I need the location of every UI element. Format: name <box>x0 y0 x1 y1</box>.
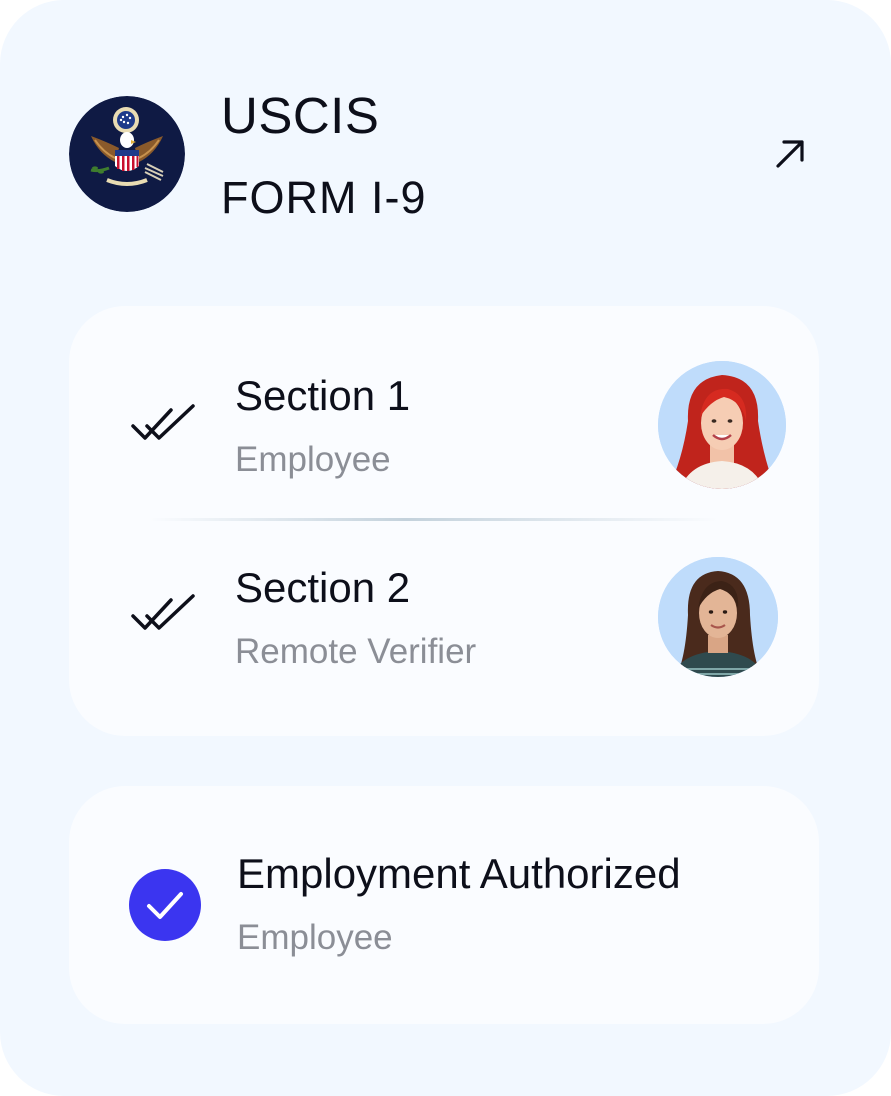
sections-panel: Section 1 Employee Section 2 Remote Veri… <box>69 306 819 736</box>
authorization-panel[interactable]: Employment Authorized Employee <box>69 786 819 1024</box>
section-title: Section 1 <box>235 372 411 419</box>
avatar-employee <box>658 361 786 489</box>
avatar-verifier <box>658 557 778 677</box>
section-subtitle: Employee <box>235 440 391 479</box>
authorization-subtitle: Employee <box>237 918 393 957</box>
double-check-icon <box>131 594 199 634</box>
section-subtitle: Remote Verifier <box>235 632 477 671</box>
divider <box>149 518 719 521</box>
double-check-icon <box>131 404 199 444</box>
agency-title: USCIS <box>221 87 380 144</box>
section-row-1[interactable]: Section 1 Employee <box>69 354 819 504</box>
section-title: Section 2 <box>235 564 411 611</box>
form-name: FORM I-9 <box>221 172 427 223</box>
check-circle-icon <box>129 869 201 941</box>
uscis-seal-icon <box>69 96 185 212</box>
arrow-up-right-icon[interactable] <box>766 130 814 178</box>
authorization-title: Employment Authorized <box>237 850 681 897</box>
form-status-card: USCIS FORM I-9 Section 1 Employee Sectio… <box>0 0 891 1096</box>
section-row-2[interactable]: Section 2 Remote Verifier <box>69 548 819 698</box>
